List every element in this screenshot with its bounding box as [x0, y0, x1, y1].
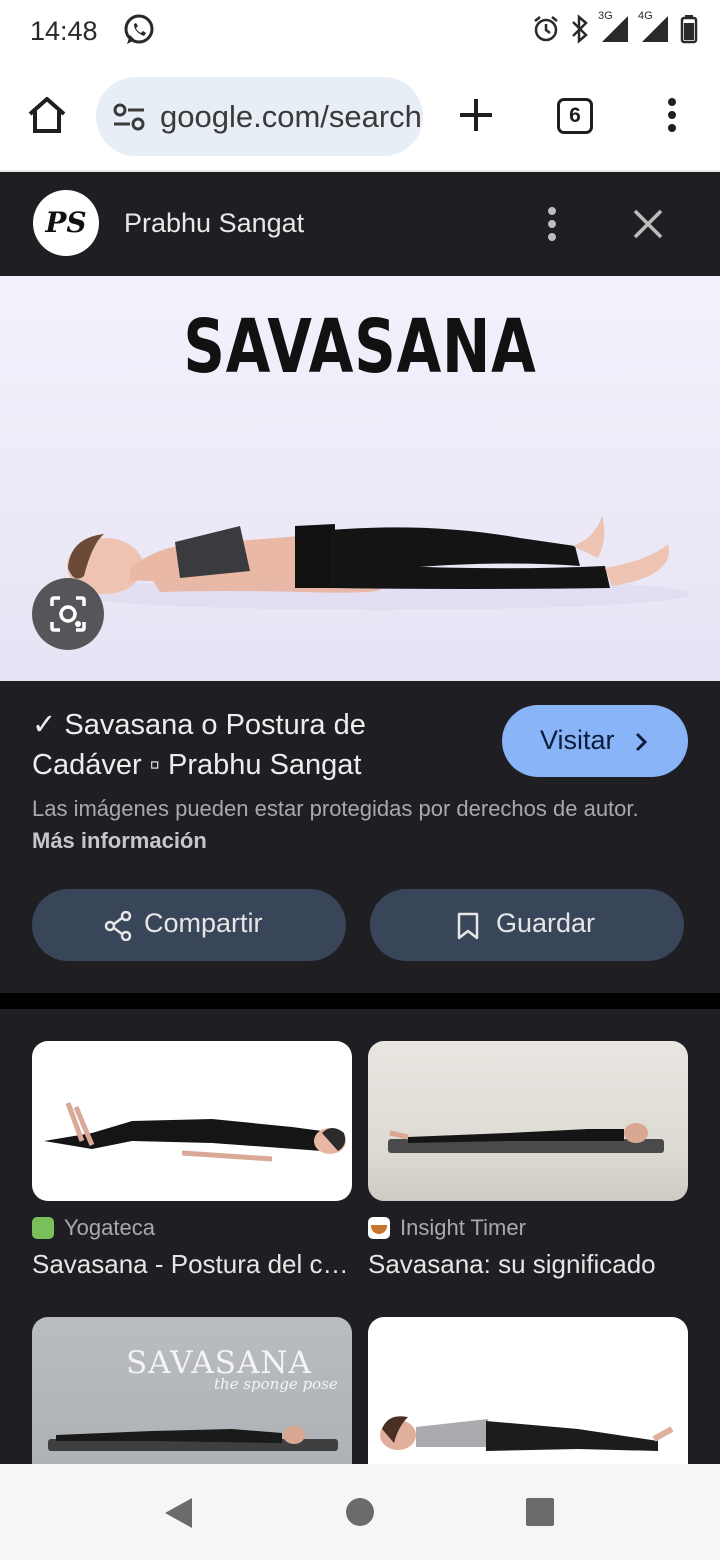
share-button[interactable]: Compartir [32, 889, 346, 961]
more-options-button[interactable] [538, 204, 566, 249]
tab-switcher-button[interactable]: 6 [557, 98, 593, 134]
related-card[interactable]: Insight Timer Savasana: su significado [368, 1041, 688, 1279]
save-button[interactable]: Guardar [370, 889, 684, 961]
status-time: 14:48 [30, 16, 98, 46]
related-thumbnail[interactable]: SAVASANA the sponge pose [32, 1317, 352, 1464]
copyright-notice: Las imágenes pueden estar protegidas por… [32, 793, 672, 857]
browser-menu-button[interactable] [660, 95, 684, 140]
home-circle-icon [346, 1498, 374, 1526]
url-bar[interactable]: google.com/search [96, 77, 423, 156]
back-button[interactable] [162, 1496, 194, 1535]
chevron-right-icon [635, 732, 648, 752]
signal-icon-1: 3G [598, 10, 630, 44]
home-icon [28, 97, 66, 133]
copyright-text: Las imágenes pueden estar protegidas por… [32, 796, 639, 821]
source-logo[interactable]: PS [33, 190, 99, 256]
new-tab-button[interactable] [456, 95, 496, 140]
image-info-section: ✓ Savasana o Postura de Cadáver ▫ Prabhu… [0, 681, 720, 993]
url-text: google.com/search [160, 99, 422, 134]
network-type-label: 4G [638, 10, 653, 22]
pose-figure [48, 1426, 338, 1451]
recents-button[interactable] [525, 1497, 555, 1532]
main-image[interactable]: SAVASANA [0, 276, 720, 681]
pose-figure [388, 1123, 664, 1153]
share-label: Compartir [144, 908, 263, 938]
pose-figure [380, 1416, 674, 1451]
related-source: Yogateca [64, 1215, 155, 1240]
system-navigation-bar [0, 1464, 720, 1560]
bookmark-icon [457, 912, 479, 940]
related-thumbnail[interactable] [368, 1317, 688, 1464]
image-panel-header: PS Prabhu Sangat [0, 174, 720, 276]
result-title[interactable]: ✓ Savasana o Postura de Cadáver ▫ Prabhu… [32, 705, 472, 785]
more-vert-icon [668, 98, 676, 132]
alarm-icon [534, 16, 558, 42]
bluetooth-icon [572, 14, 588, 44]
save-label: Guardar [496, 908, 596, 938]
home-button[interactable] [26, 94, 68, 141]
related-caption[interactable]: Savasana - Postura del cadáver [32, 1249, 352, 1280]
status-bar: 14:48 3G 4G [0, 0, 720, 62]
plus-icon [460, 99, 492, 131]
close-button[interactable] [630, 204, 666, 249]
related-card[interactable]: SAVASANA the sponge pose [32, 1317, 352, 1464]
insight-timer-favicon-icon [368, 1217, 390, 1239]
visit-label: Visitar [540, 725, 615, 755]
battery-icon [680, 15, 698, 44]
more-info-link[interactable]: Más información [32, 828, 207, 853]
browser-toolbar: google.com/search 6 [0, 62, 720, 172]
recents-square-icon [526, 1498, 554, 1526]
lens-icon [50, 596, 86, 632]
yogateca-favicon-icon [32, 1217, 54, 1239]
back-triangle-icon [165, 1498, 192, 1528]
person-lying-figure [67, 516, 690, 610]
section-divider [0, 993, 720, 1009]
site-settings-icon[interactable] [112, 102, 146, 137]
related-images-grid: Yogateca Savasana - Postura del cadáver … [0, 1009, 720, 1464]
pose-figure [44, 1102, 346, 1162]
signal-icon-2: 4G [638, 10, 670, 44]
source-name[interactable]: Prabhu Sangat [124, 208, 304, 239]
related-card[interactable] [368, 1317, 688, 1464]
close-icon [633, 209, 663, 239]
related-source: Insight Timer [400, 1215, 526, 1240]
related-thumbnail[interactable] [368, 1041, 688, 1201]
more-vert-icon [548, 207, 556, 241]
whatsapp-icon [122, 13, 156, 52]
status-icons: 3G 4G [532, 10, 698, 44]
lens-search-button[interactable] [32, 578, 104, 650]
network-type-label: 3G [598, 10, 613, 22]
related-thumbnail[interactable] [32, 1041, 352, 1201]
related-caption[interactable]: Savasana: su significado [368, 1249, 688, 1280]
home-nav-button[interactable] [345, 1497, 375, 1532]
related-card[interactable]: Yogateca Savasana - Postura del cadáver [32, 1041, 352, 1279]
visit-button[interactable]: Visitar [502, 705, 688, 777]
share-icon [104, 911, 132, 941]
